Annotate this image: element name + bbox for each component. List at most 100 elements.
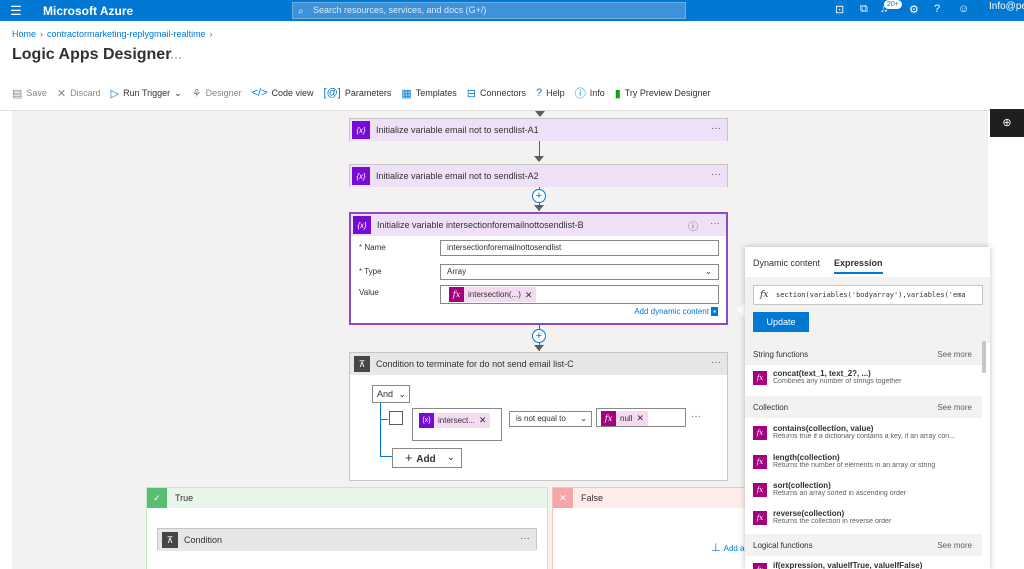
insert-step-button[interactable]: +	[532, 329, 546, 343]
add-condition-button[interactable]: + Add ⌄	[392, 448, 462, 468]
remove-token-icon[interactable]: ✕	[479, 415, 487, 426]
condition-left-operand[interactable]: {x} intersect... ✕	[412, 408, 502, 441]
panel-scrollbar[interactable]	[982, 341, 986, 373]
more-options-icon[interactable]: ···	[170, 50, 182, 64]
function-item-concat[interactable]: fx concat(text_1, text_2?, ...) Combines…	[753, 366, 981, 390]
brand-title[interactable]: Microsoft Azure	[43, 4, 133, 18]
section-title: Collection	[753, 403, 789, 412]
chevron-down-icon: ⌄	[580, 414, 587, 423]
more-options-icon[interactable]: ···	[691, 411, 701, 422]
help-button[interactable]: ? Help	[536, 87, 565, 99]
name-field-label: * Name	[359, 243, 386, 252]
designer-button[interactable]: ⚘ Designer	[192, 87, 242, 100]
see-more-link[interactable]: See more	[937, 350, 972, 359]
templates-button[interactable]: ▦ Templates	[401, 87, 456, 100]
tab-dynamic-content[interactable]: Dynamic content	[753, 258, 820, 274]
designer-label: Designer	[205, 88, 242, 98]
action-card-a2[interactable]: {x} Initialize variable email not to sen…	[349, 164, 728, 187]
group-line	[380, 419, 388, 420]
action-card-b[interactable]: {x} Initialize variable intersectionfore…	[349, 212, 728, 325]
condition-header-c[interactable]: ⊼ Condition to terminate for do not send…	[350, 353, 727, 375]
gear-icon[interactable]: ⚙	[909, 3, 919, 16]
info-label: Info	[589, 88, 605, 98]
more-options-icon[interactable]: ···	[710, 218, 720, 229]
help-icon[interactable]: ?	[934, 3, 940, 15]
name-input[interactable]: intersectionforemailnottosendlist	[440, 240, 719, 256]
function-description: Returns an array sorted in ascending ord…	[773, 490, 907, 497]
function-item-reverse[interactable]: fx reverse(collection) Returns the colle…	[753, 506, 981, 530]
try-preview-button[interactable]: ▮ Try Preview Designer	[615, 87, 711, 100]
function-item-sort[interactable]: fx sort(collection) Returns an array sor…	[753, 478, 981, 502]
function-icon: fx	[753, 511, 767, 525]
directory-filter-icon[interactable]: ⧉	[860, 3, 868, 16]
chevron-down-icon: ⌄	[174, 87, 182, 98]
action-header-a2[interactable]: {x} Initialize variable email not to sen…	[350, 165, 727, 187]
inner-condition-header[interactable]: ⊼ Condition ···	[158, 529, 536, 551]
code-view-button[interactable]: </> Code view	[252, 87, 314, 99]
add-dynamic-content-link[interactable]: Add dynamic content ▪	[634, 307, 718, 316]
see-more-link[interactable]: See more	[937, 403, 972, 412]
hamburger-icon[interactable]: ☰	[10, 3, 22, 19]
info-button[interactable]: ⓘ Info	[575, 85, 605, 101]
see-more-link[interactable]: See more	[937, 541, 972, 550]
add-action-button[interactable]: ⊥ Add a	[711, 541, 745, 554]
expression-input[interactable]: fx section(variables('bodyarray'),variab…	[753, 285, 983, 305]
global-search-input[interactable]: ⌕ Search resources, services, and docs (…	[292, 2, 686, 19]
function-description: Returns the collection in reverse order	[773, 518, 892, 525]
false-branch-header[interactable]: ✕ False	[553, 488, 751, 508]
action-header-b[interactable]: {x} Initialize variable intersectionfore…	[351, 214, 726, 236]
insert-step-button[interactable]: +	[532, 189, 546, 203]
add-dynamic-label: Add dynamic content	[634, 307, 709, 316]
true-branch-header[interactable]: ✓ True	[147, 488, 547, 508]
zoom-in-icon[interactable]: ⊕	[990, 109, 1024, 137]
discard-label: Discard	[70, 88, 101, 98]
close-icon: ✕	[56, 87, 67, 100]
expression-token[interactable]: fx null ✕	[601, 411, 648, 426]
remove-token-icon[interactable]: ✕	[525, 288, 533, 302]
top-bar: ☰ Microsoft Azure ⌕ Search resources, se…	[0, 0, 1024, 21]
function-item-if[interactable]: fx if(expression, valueIfTrue, valueIfFa…	[753, 558, 981, 569]
more-options-icon[interactable]: ···	[711, 169, 721, 180]
value-input[interactable]: fx intersection(...) ✕	[440, 285, 719, 304]
connectors-button[interactable]: ⊟ Connectors	[467, 87, 526, 100]
function-description: Returns the number of elements in an arr…	[773, 462, 936, 469]
more-options-icon[interactable]: ···	[711, 123, 721, 134]
tab-expression[interactable]: Expression	[834, 258, 883, 274]
and-select[interactable]: And ⌄	[372, 385, 410, 403]
feedback-icon[interactable]: ☺	[958, 3, 969, 15]
remove-token-icon[interactable]: ✕	[636, 413, 644, 424]
condition-card-c[interactable]: ⊼ Condition to terminate for do not send…	[349, 352, 728, 481]
run-trigger-button[interactable]: ▷ Run Trigger ⌄	[111, 87, 182, 100]
action-header-a1[interactable]: {x} Initialize variable email not to sen…	[350, 119, 727, 141]
update-button[interactable]: Update	[753, 312, 809, 332]
expression-panel: Dynamic content Expression fx section(va…	[745, 247, 990, 569]
function-item-length[interactable]: fx length(collection) Returns the number…	[753, 450, 981, 474]
condition-right-operand[interactable]: fx null ✕	[596, 408, 686, 427]
expression-token[interactable]: fx intersection(...) ✕	[449, 287, 537, 302]
templates-label: Templates	[415, 88, 457, 98]
row-checkbox[interactable]	[389, 411, 403, 425]
condition-title-c: Condition to terminate for do not send e…	[376, 359, 574, 369]
account-name[interactable]: Info@pe	[989, 1, 1024, 12]
function-item-contains[interactable]: fx contains(collection, value) Returns t…	[753, 421, 981, 445]
more-options-icon[interactable]: ···	[520, 533, 530, 544]
operator-select[interactable]: is not equal to ⌄	[509, 411, 592, 427]
add-action-label: Add a	[723, 544, 745, 553]
info-icon[interactable]: ⓘ	[688, 218, 698, 233]
inner-condition-card[interactable]: ⊼ Condition ···	[157, 528, 537, 551]
breadcrumb-home[interactable]: Home	[12, 29, 36, 39]
parameters-button[interactable]: [@] Parameters	[324, 87, 392, 99]
variable-token[interactable]: {x} intersect... ✕	[419, 413, 491, 428]
save-icon: ▤	[12, 87, 23, 100]
breadcrumb-resource[interactable]: contractormarketing-replygmail-realtime	[47, 29, 206, 39]
panel-tabs: Dynamic content Expression	[753, 258, 897, 274]
add-action-icon: ⊥	[711, 542, 724, 554]
discard-button[interactable]: ✕ Discard	[57, 87, 101, 100]
cloud-shell-icon[interactable]: ⊡	[835, 3, 844, 16]
more-options-icon[interactable]: ···	[711, 357, 721, 368]
action-card-a1[interactable]: {x} Initialize variable email not to sen…	[349, 118, 728, 141]
help-icon: ?	[536, 87, 543, 99]
function-icon: fx	[753, 371, 767, 385]
type-select[interactable]: Array ⌄	[440, 264, 719, 280]
save-button[interactable]: ▤ Save	[12, 87, 47, 100]
